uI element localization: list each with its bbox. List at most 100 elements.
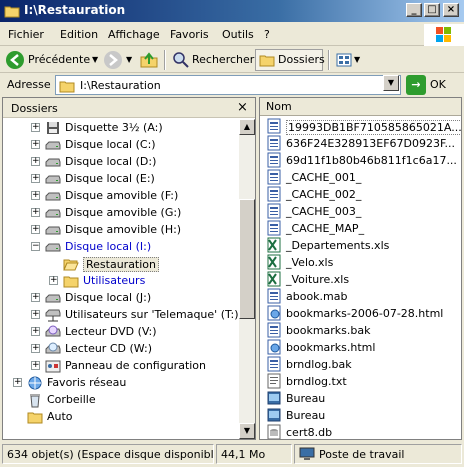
menu-edition[interactable]: Edition [60,28,98,41]
expand-icon[interactable]: + [13,378,22,387]
file-name: _Departements.xls [286,239,390,252]
menu-outils[interactable]: Outils [222,28,254,41]
folders-button[interactable]: Dossiers [255,49,325,71]
collapse-icon[interactable]: − [31,242,40,251]
excel-icon [266,254,282,270]
title-bar[interactable]: I:\Restauration _ □ × [0,0,464,22]
tree-item[interactable]: + Lecteur DVD (V:) [3,324,237,340]
expand-icon[interactable]: + [31,123,40,132]
file-item[interactable]: brndlog.bak [266,356,461,373]
file-item[interactable]: _Voiture.xls [266,271,461,288]
tree-item[interactable]: + Disque amovible (G:) [3,205,237,221]
file-name: Bureau [286,409,326,422]
expand-icon[interactable]: + [31,191,40,200]
file-item[interactable]: bookmarks.html [266,339,461,356]
chevron-down-icon[interactable]: ▼ [354,55,360,64]
file-name: brndlog.txt [286,375,347,388]
address-dropdown-button[interactable]: ▼ [383,75,399,91]
toolbar-separator [164,50,165,70]
status-size: 44,1 Mo [216,444,292,464]
chevron-down-icon[interactable]: ▼ [92,55,98,64]
tree-item[interactable]: + Lecteur CD (W:) [3,341,237,357]
tree-item[interactable]: + Utilisateurs [3,273,237,289]
minimize-button[interactable]: _ [406,3,422,17]
file-item[interactable]: 19993DB1BF710585865021A... [266,118,461,135]
file-item[interactable]: cert8.db [266,424,461,439]
go-button[interactable]: OK [430,78,446,91]
file-item[interactable]: brndlog.txt [266,373,461,390]
expand-icon[interactable]: + [49,276,58,285]
tree-scrollbar[interactable]: ▲ ▼ [239,119,255,439]
tree-item[interactable]: + Utilisateurs sur 'Telemaque' (T:) [3,307,239,323]
tree-item[interactable]: + Disque local (C:) [3,137,237,153]
close-button[interactable]: × [443,3,459,17]
expand-icon[interactable]: + [31,310,40,319]
tree-item[interactable]: − Disque local (I:) [3,239,237,255]
file-item[interactable]: _CACHE_001_ [266,169,461,186]
expand-icon[interactable]: + [31,140,40,149]
maximize-button[interactable]: □ [424,3,440,17]
tree-item[interactable]: + Disquette 3½ (A:) [3,120,237,136]
tree-item-label: Disque amovible (G:) [65,206,182,219]
expand-icon[interactable]: + [31,157,40,166]
go-arrow-icon[interactable]: → [406,75,426,95]
file-item[interactable]: Bureau [266,407,461,424]
menu-affichage[interactable]: Affichage [108,28,160,41]
tree-item[interactable]: Auto [3,409,237,425]
tree-item[interactable]: + Panneau de configuration [3,358,237,374]
address-value: I:\Restauration [80,79,161,92]
views-icon[interactable] [336,52,352,68]
file-item[interactable]: _CACHE_003_ [266,203,461,220]
tree-item[interactable]: Corbeille [3,392,237,408]
close-pane-button[interactable]: × [237,100,248,115]
tree-item[interactable]: + Disque local (E:) [3,171,237,187]
search-icon[interactable] [172,51,190,69]
menu-favoris[interactable]: Favoris [170,28,209,41]
address-bar: Adresse I:\Restauration ▼ → OK [0,74,464,96]
search-button[interactable]: Rechercher [192,53,254,66]
expand-icon[interactable]: + [31,225,40,234]
expand-icon[interactable]: + [31,293,40,302]
back-button[interactable]: Précédente [28,53,90,66]
column-header[interactable]: Nom [260,98,461,116]
tree-item-label: Utilisateurs [83,274,146,287]
doc-icon [266,288,282,304]
menu-help[interactable]: ? [264,28,270,41]
tree-item[interactable]: Restauration [3,256,237,272]
file-item[interactable]: Bureau [266,390,461,407]
file-item[interactable]: _CACHE_MAP_ [266,220,461,237]
folder-up-icon[interactable] [140,51,158,69]
expand-icon[interactable]: + [31,344,40,353]
address-field[interactable]: I:\Restauration [55,75,401,95]
chevron-down-icon[interactable]: ▼ [126,55,132,64]
file-item[interactable]: _CACHE_002_ [266,186,461,203]
expand-icon[interactable]: + [31,361,40,370]
back-arrow-icon[interactable] [6,51,24,69]
expand-icon[interactable]: + [31,327,40,336]
expand-icon[interactable]: + [31,174,40,183]
file-item[interactable]: 69d11f1b80b46b811f1c6a17... [266,152,461,169]
forward-arrow-icon[interactable] [104,51,122,69]
scroll-thumb[interactable] [239,199,255,319]
drive-icon [45,154,61,170]
tree-item[interactable]: + Disque local (D:) [3,154,237,170]
menu-fichier[interactable]: Fichier [8,28,44,41]
tree-item[interactable]: + Disque amovible (F:) [3,188,237,204]
tree-item-label: Auto [47,410,73,423]
tree-item[interactable]: + Disque local (J:) [3,290,237,306]
file-item[interactable]: _Velo.xls [266,254,461,271]
expand-icon[interactable]: + [31,208,40,217]
file-item[interactable]: 636F24E328913EF67D0923F... [266,135,461,152]
db-icon [266,424,282,439]
file-item[interactable]: abook.mab [266,288,461,305]
tree-item[interactable]: + Disque amovible (H:) [3,222,237,238]
scroll-down-button[interactable]: ▼ [239,423,255,439]
file-item[interactable]: bookmarks.bak [266,322,461,339]
file-item[interactable]: _Departements.xls [266,237,461,254]
drive-icon [45,205,61,221]
doc-icon [266,322,282,338]
file-item[interactable]: bookmarks-2006-07-28.html [266,305,461,322]
recycle-bin-icon [27,392,43,408]
scroll-up-button[interactable]: ▲ [239,119,255,135]
tree-item[interactable]: + Favoris réseau [3,375,237,391]
